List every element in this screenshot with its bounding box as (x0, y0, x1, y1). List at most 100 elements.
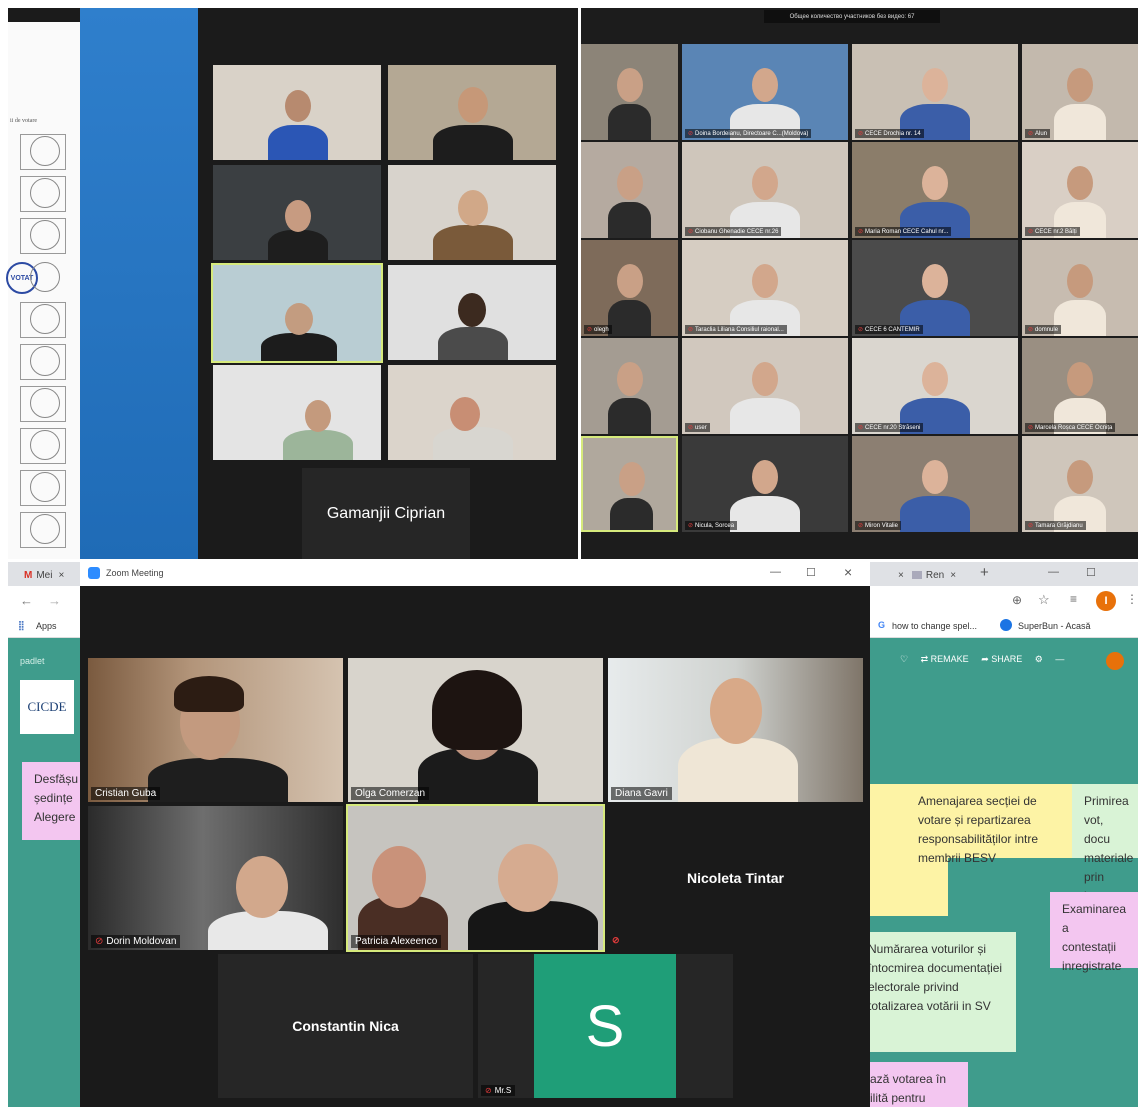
video-tile[interactable]: ⊘ Nicula, Sorcea (682, 436, 848, 532)
padlet-post[interactable]: Examinarea a contestații inregistrate (1050, 892, 1138, 973)
window-minimize-icon[interactable]: — (1048, 566, 1059, 578)
share-button[interactable]: SHARE (991, 654, 1022, 664)
remake-icon[interactable]: ⇄ (921, 654, 929, 664)
mic-muted-icon: ⊘ (587, 327, 593, 333)
video-tile[interactable]: ⊘ Miron Vitalie (852, 436, 1018, 532)
panel-zoom-grid-a: ii de votare VOTAT Gamanjii Ciprian (6, 8, 578, 559)
share-icon[interactable]: ➦ (981, 654, 989, 664)
reading-list-icon[interactable]: ≡ (1070, 592, 1077, 606)
gear-icon[interactable]: ⚙ (1035, 654, 1043, 664)
video-tile[interactable]: S ⊘ Mr.S (478, 954, 733, 1098)
tab-renderforest[interactable]: × Ren × (892, 564, 976, 586)
video-tile[interactable] (581, 338, 678, 434)
mic-muted-icon: ⊘ (612, 935, 620, 945)
person-head (1067, 264, 1093, 298)
video-tile[interactable]: ⊘ Dorin Moldovan (88, 806, 343, 950)
video-tile[interactable]: Diana Gavri (608, 658, 863, 802)
video-tile[interactable]: ⊘ Ciobanu Ghenadie CECE nr.26 (682, 142, 848, 238)
person-body (607, 202, 652, 238)
globe-icon[interactable]: ⊕ (1012, 593, 1022, 607)
video-tile[interactable]: ⊘ user (682, 338, 848, 434)
video-tile[interactable] (388, 165, 556, 260)
video-tile[interactable]: ⊘ CECE nr.20 Străseni (852, 338, 1018, 434)
window-minimize-icon[interactable]: — (770, 566, 781, 578)
close-icon[interactable]: × (950, 570, 956, 581)
remake-button[interactable]: REMAKE (931, 654, 969, 664)
padlet-logo-text: CICDE (27, 699, 67, 714)
forward-button[interactable]: → (48, 593, 61, 608)
video-tile-active-speaker[interactable] (211, 263, 383, 363)
video-tile[interactable]: ⊘ CECE Drochia nr. 14 (852, 44, 1018, 140)
video-tile[interactable]: Cristian Guba (88, 658, 343, 802)
participant-name: ⊘ CECE nr.20 Străseni (855, 423, 924, 432)
apps-label[interactable]: Apps (36, 621, 57, 631)
video-tile[interactable]: ⊘ olegh (581, 240, 678, 336)
padlet-owner: padlet (20, 656, 45, 666)
padlet-post[interactable]: Numărarea voturilor și întocmirea docume… (856, 932, 1016, 1052)
video-tile[interactable] (581, 142, 678, 238)
window-close-icon[interactable]: × (844, 564, 852, 580)
menu-icon[interactable]: ⋮ (1126, 592, 1138, 606)
participants-banner-text: Общее количество участников без видео: 6… (789, 13, 915, 20)
participant-name-text: CECE nr.20 Străseni (865, 425, 921, 431)
bookmark-link[interactable]: how to change spel... (892, 621, 977, 631)
desktop-blue-background (80, 8, 198, 559)
person-head (752, 460, 778, 494)
video-tile[interactable]: ⊘ Tamara Grăjdianu (1022, 436, 1138, 532)
video-tile[interactable] (213, 65, 381, 160)
star-icon[interactable]: ☆ (1038, 592, 1050, 608)
padlet-logo: CICDE (20, 680, 74, 734)
video-tile[interactable]: ⊘ Alun (1022, 44, 1138, 140)
padlet-post[interactable]: Amenajarea secției de votare și repartiz… (906, 784, 1076, 865)
new-tab-button[interactable]: + (980, 564, 989, 581)
video-tile[interactable] (388, 265, 556, 360)
window-maximize-icon[interactable]: ☐ (806, 566, 816, 579)
profile-avatar[interactable]: I (1096, 591, 1116, 611)
tab-gmail[interactable]: M Mei × (8, 564, 88, 586)
video-tile[interactable] (388, 365, 556, 460)
video-tile[interactable]: ⊘ domnule (1022, 240, 1138, 336)
video-tile[interactable]: Olga Comerzan (348, 658, 603, 802)
video-tile[interactable] (388, 65, 556, 160)
name-tile[interactable]: Constantin Nica (218, 954, 473, 1098)
padlet-avatar[interactable] (1106, 652, 1124, 670)
participant-name-text: Alun (1035, 131, 1048, 137)
video-tile[interactable] (213, 365, 381, 460)
superbun-icon (1000, 619, 1012, 631)
video-tile[interactable] (581, 436, 678, 532)
video-tile[interactable]: ⊘ CECE 6 CANTEMIR (852, 240, 1018, 336)
video-tile[interactable]: ⊘ CECE nr.2 Bălți (1022, 142, 1138, 238)
back-button[interactable]: ← (20, 593, 33, 608)
video-tile[interactable] (581, 44, 678, 140)
person-head (616, 166, 643, 200)
video-tile[interactable]: ⊘ Maria Roman CECE Cahul nr... (852, 142, 1018, 238)
tab-gmail-label: Mei (36, 569, 53, 581)
person-head (1067, 460, 1093, 494)
close-icon[interactable]: × (898, 570, 904, 581)
video-tile[interactable]: ⊘ Marcela Roșca CECE Ocnița (1022, 338, 1138, 434)
video-tile-active-speaker[interactable]: Patricia Alexeenco (346, 804, 605, 952)
bookmark-link[interactable]: SuperBun - Acasă (1018, 621, 1091, 631)
name-tile[interactable]: Nicoleta Tintar ⊘ (608, 806, 863, 950)
person-body (1053, 104, 1107, 140)
mic-muted-icon: ⊘ (1028, 229, 1034, 235)
video-tile[interactable]: ⊘ Taraclia Liliana Consiliul raional... (682, 240, 848, 336)
participant-name: ⊘ Maria Roman CECE Cahul nr... (855, 227, 952, 236)
apps-icon[interactable]: ⣿ (18, 620, 25, 631)
window-maximize-icon[interactable]: ☐ (1086, 566, 1096, 579)
minus-icon[interactable]: — (1055, 654, 1064, 664)
zoom-logo-icon (88, 567, 100, 579)
close-icon[interactable]: × (58, 570, 64, 581)
participant-name: ⊘ olegh (584, 325, 612, 334)
padlet-post-text: ază votarea în ilită pentru (870, 1072, 947, 1105)
participant-name: ⊘ CECE nr.2 Bălți (1025, 227, 1080, 236)
participant-name: ⊘ Dorin Moldovan (91, 935, 181, 948)
video-tile[interactable] (213, 165, 381, 260)
video-tile[interactable]: ⊘ Doina Bordeianu, Directoare C...(Moldov… (682, 44, 848, 140)
padlet-post[interactable]: ază votarea în ilită pentru (858, 1062, 968, 1107)
heart-icon[interactable]: ♡ (900, 654, 908, 664)
mic-muted-icon: ⊘ (858, 425, 864, 431)
mic-muted-icon: ⊘ (1028, 131, 1034, 137)
padlet-post[interactable]: Primirea vot, docu materiale prin inter (1072, 784, 1138, 903)
name-tile[interactable]: Gamanjii Ciprian (302, 468, 470, 559)
